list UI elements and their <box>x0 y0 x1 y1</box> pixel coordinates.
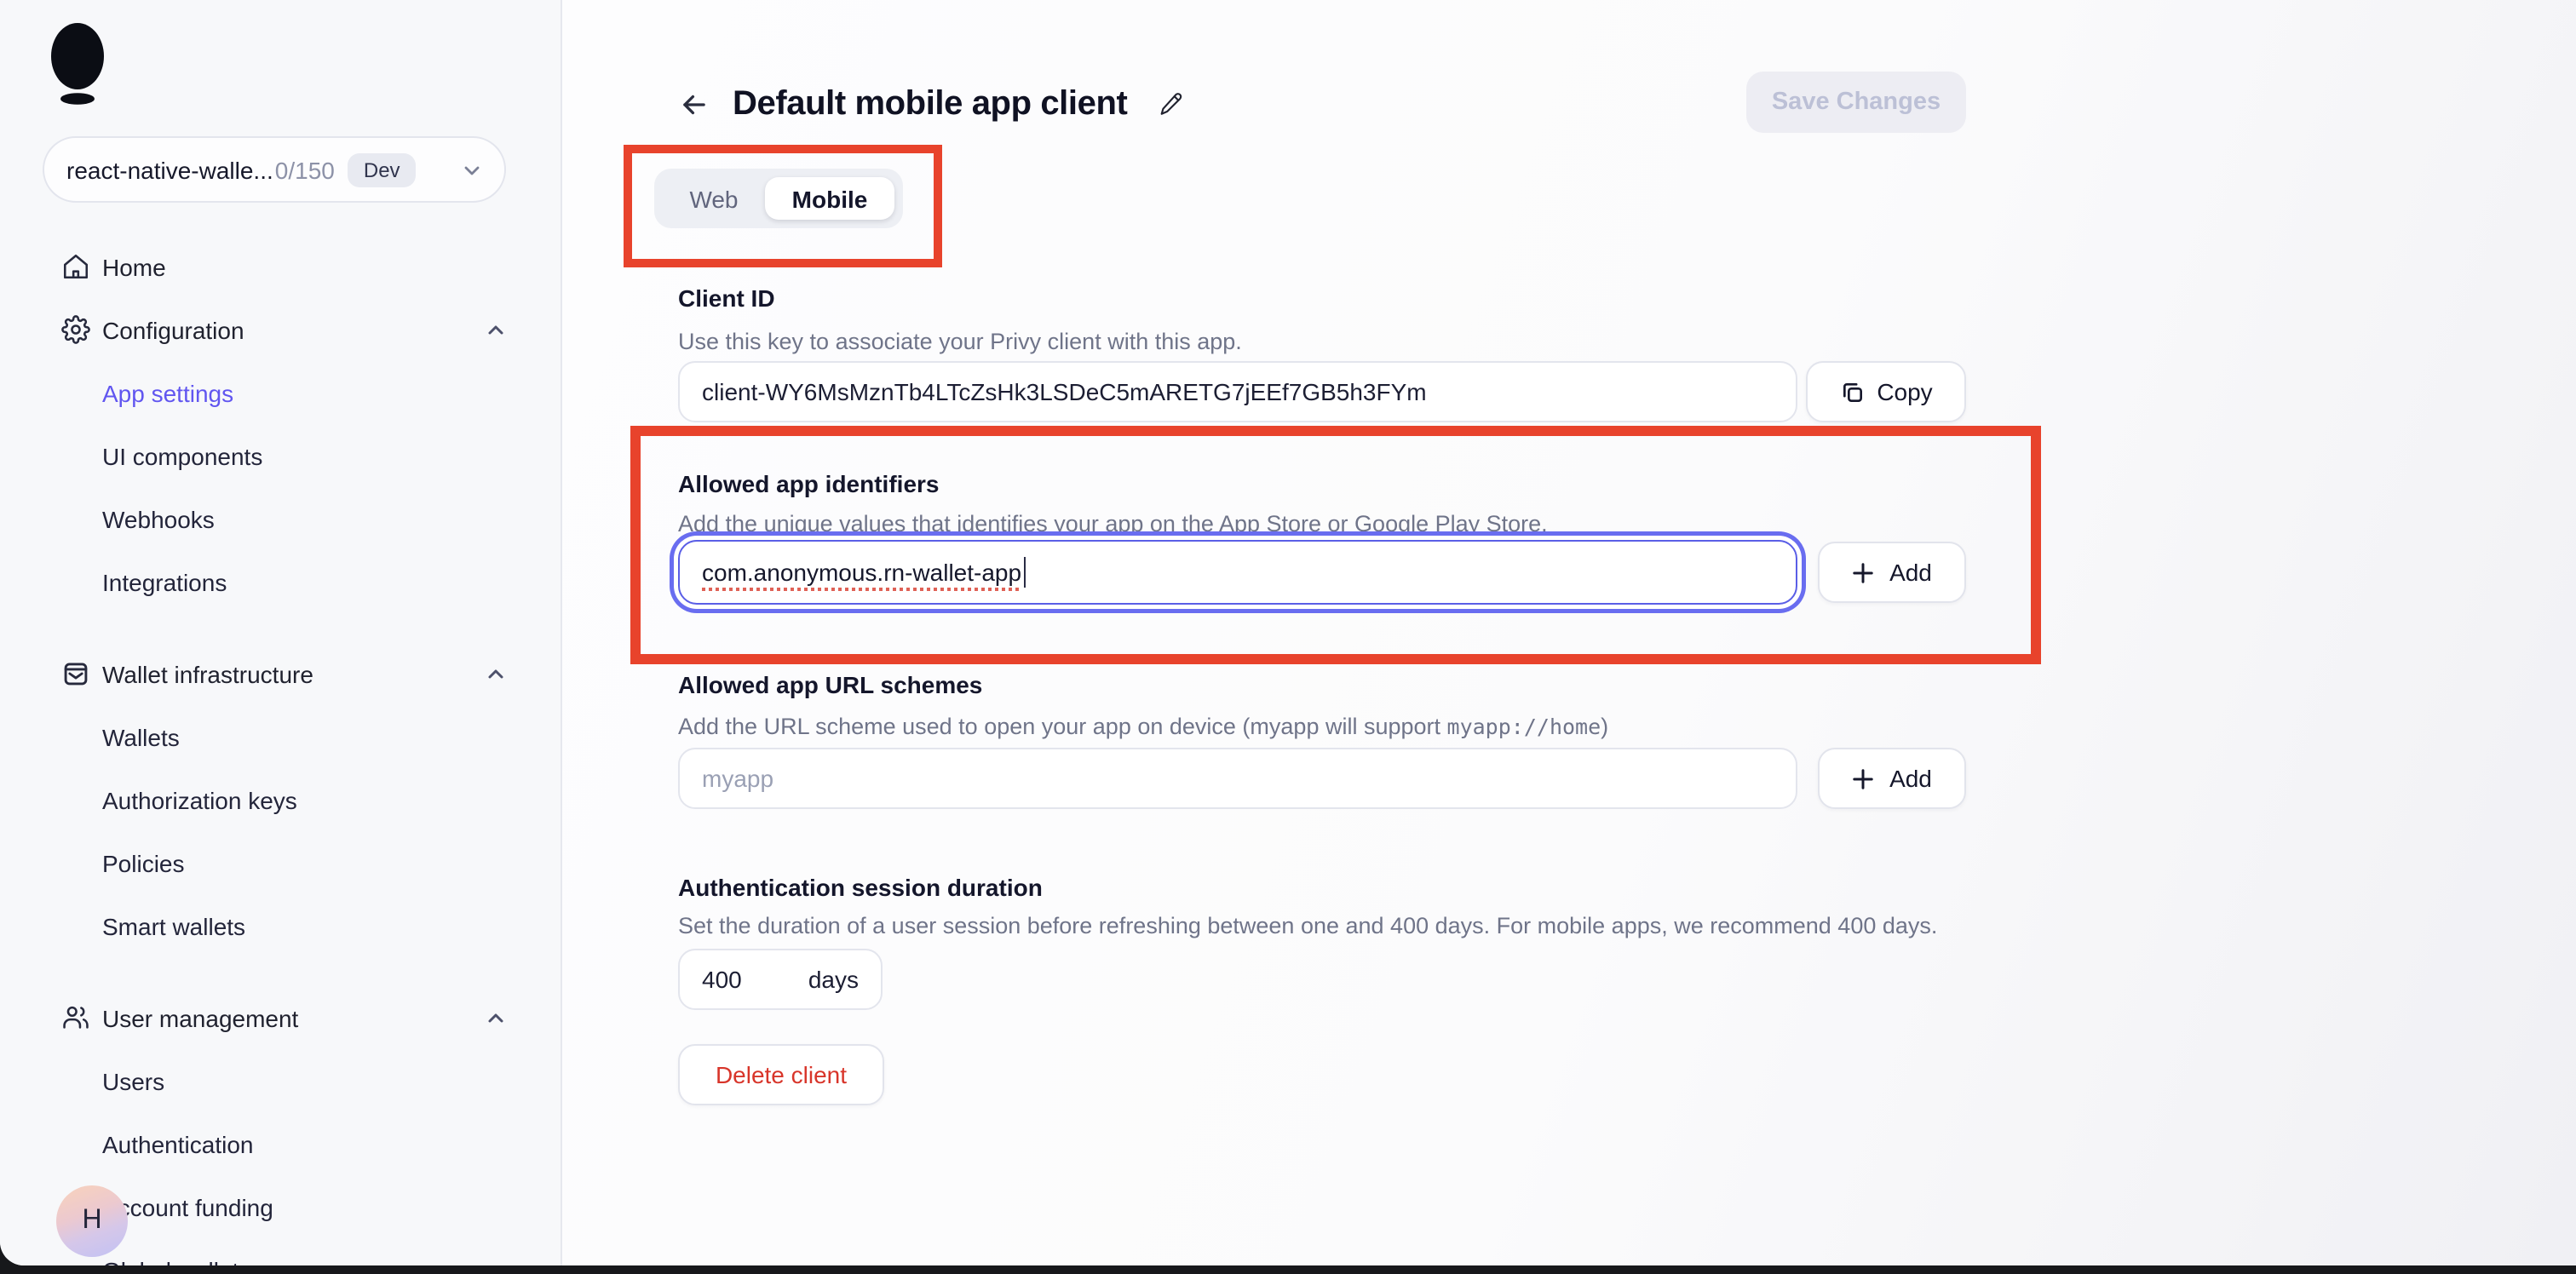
client-id-label: Client ID <box>678 284 775 312</box>
sidebar-item-label: Wallets <box>102 723 180 750</box>
sidebar-item-label: Policies <box>102 849 185 876</box>
sidebar-item-label: Home <box>102 253 166 280</box>
sidebar-item-integrations[interactable]: Integrations <box>0 550 561 613</box>
sidebar-item-label: Authorization keys <box>102 786 297 813</box>
plus-icon <box>1852 561 1874 583</box>
wallet-icon <box>61 659 90 688</box>
back-button[interactable] <box>678 88 710 120</box>
env-badge: Dev <box>348 152 416 187</box>
sidebar-item-label: Authentication <box>102 1130 253 1157</box>
copy-label: Copy <box>1877 378 1932 405</box>
pencil-icon <box>1156 90 1183 118</box>
chevron-up-icon <box>486 663 506 684</box>
add-url-scheme-button[interactable]: Add <box>1818 748 1966 809</box>
app-identifier-input[interactable]: com.anonymous.rn-wallet-app <box>678 540 1797 605</box>
home-icon <box>61 252 90 281</box>
app-window: react-native-walle...0/150 Dev Home Conf… <box>0 0 2576 1274</box>
sidebar-item-label: UI components <box>102 442 262 469</box>
users-icon <box>61 1003 90 1032</box>
sidebar-item-label: User management <box>102 1004 298 1031</box>
sidebar-item-label: Webhooks <box>102 505 215 532</box>
sidebar-item-authentication[interactable]: Authentication <box>0 1112 561 1175</box>
url-schemes-description: Add the URL scheme used to open your app… <box>678 714 1608 739</box>
session-duration-input[interactable]: 400 days <box>678 949 883 1010</box>
sidebar-item-label: Smart wallets <box>102 912 245 939</box>
session-duration-value: 400 <box>702 966 742 993</box>
tab-web[interactable]: Web <box>663 177 765 220</box>
url-scheme-input[interactable] <box>678 748 1797 809</box>
url-schemes-label: Allowed app URL schemes <box>678 671 982 698</box>
copy-button[interactable]: Copy <box>1806 361 1966 422</box>
session-duration-label: Authentication session duration <box>678 874 1043 901</box>
page-title: Default mobile app client <box>733 84 1127 123</box>
plus-icon <box>1852 767 1874 789</box>
gear-icon <box>61 315 90 344</box>
url-scheme-code: myapp://home <box>1447 714 1601 739</box>
sidebar-item-webhooks[interactable]: Webhooks <box>0 487 561 550</box>
sidebar-item-label: Global wallet <box>102 1256 239 1265</box>
sidebar-item-label: Users <box>102 1067 164 1094</box>
sidebar-item-app-settings[interactable]: App settings <box>0 361 561 424</box>
add-label: Add <box>1889 559 1932 586</box>
sidebar: react-native-walle...0/150 Dev Home Conf… <box>0 0 562 1265</box>
sidebar-item-label: Integrations <box>102 568 227 595</box>
client-id-description: Use this key to associate your Privy cli… <box>678 329 1242 354</box>
arrow-left-icon <box>678 88 710 120</box>
session-duration-unit: days <box>808 966 859 993</box>
project-name: react-native-walle... <box>66 156 273 183</box>
sidebar-item-authorization-keys[interactable]: Authorization keys <box>0 768 561 831</box>
sidebar-item-label: Account funding <box>102 1193 273 1220</box>
add-identifier-button[interactable]: Add <box>1818 542 1966 603</box>
client-id-input[interactable] <box>678 361 1797 422</box>
sidebar-item-policies[interactable]: Policies <box>0 831 561 894</box>
privy-logo <box>49 22 107 107</box>
url-schemes-desc-text: Add the URL scheme used to open your app… <box>678 714 1447 739</box>
chevron-up-icon <box>486 319 506 340</box>
avatar[interactable]: H <box>56 1185 128 1257</box>
url-schemes-desc-suffix: ) <box>1601 714 1608 739</box>
sidebar-item-smart-wallets[interactable]: Smart wallets <box>0 894 561 957</box>
app-identifiers-description: Add the unique values that identifies yo… <box>678 511 1548 537</box>
project-usage: 0/150 <box>275 156 335 183</box>
app-identifiers-label: Allowed app identifiers <box>678 470 940 497</box>
sidebar-item-users[interactable]: Users <box>0 1049 561 1112</box>
chevron-down-icon <box>462 159 482 180</box>
sidebar-nav: Home Configuration App settings UI compo… <box>0 235 561 1265</box>
session-duration-description: Set the duration of a user session befor… <box>678 913 1937 938</box>
save-changes-button[interactable]: Save Changes <box>1746 72 1966 133</box>
tab-mobile[interactable]: Mobile <box>765 177 894 220</box>
sidebar-item-user-management[interactable]: User management <box>0 986 561 1049</box>
sidebar-item-home[interactable]: Home <box>0 235 561 298</box>
text-caret <box>1023 557 1026 588</box>
sidebar-item-label: Wallet infrastructure <box>102 660 313 687</box>
sidebar-item-label: Configuration <box>102 316 244 343</box>
sidebar-item-wallet-infrastructure[interactable]: Wallet infrastructure <box>0 642 561 705</box>
platform-toggle: Web Mobile <box>654 169 903 228</box>
sidebar-item-label: App settings <box>102 379 233 406</box>
sidebar-item-configuration[interactable]: Configuration <box>0 298 561 361</box>
delete-client-button[interactable]: Delete client <box>678 1044 884 1105</box>
dashboard-frame: react-native-walle...0/150 Dev Home Conf… <box>0 0 2576 1265</box>
sidebar-item-wallets[interactable]: Wallets <box>0 705 561 768</box>
edit-title-button[interactable] <box>1156 90 1183 118</box>
add-label: Add <box>1889 765 1932 792</box>
main-content: Default mobile app client Save Changes W… <box>562 0 2576 1265</box>
project-selector[interactable]: react-native-walle...0/150 Dev <box>43 136 506 203</box>
app-identifier-value: com.anonymous.rn-wallet-app <box>702 559 1021 586</box>
copy-icon <box>1839 379 1865 405</box>
sidebar-item-ui-components[interactable]: UI components <box>0 424 561 487</box>
chevron-up-icon <box>486 1007 506 1028</box>
page-header: Default mobile app client <box>678 75 1183 133</box>
